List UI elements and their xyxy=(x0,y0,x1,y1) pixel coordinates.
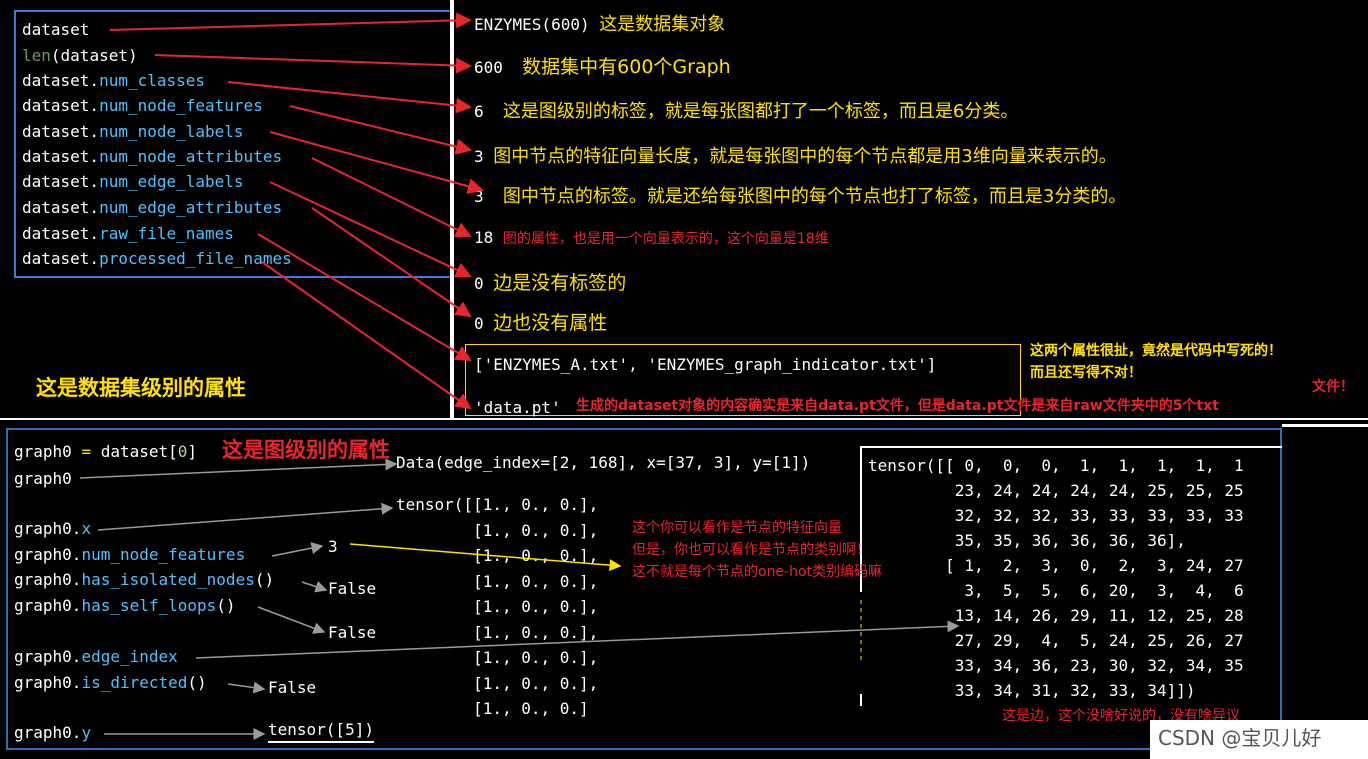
arrow-graph0-x xyxy=(97,502,394,531)
arrow-num-node-features-g xyxy=(271,542,324,557)
arrow-dataset xyxy=(109,12,472,31)
arrow-raw-file-names xyxy=(257,233,472,362)
arrow-processed-file-names xyxy=(261,261,472,410)
arrow-feature-note xyxy=(349,543,622,572)
arrow-num-classes xyxy=(227,81,472,114)
arrow-self-loops xyxy=(257,606,326,634)
arrow-directed xyxy=(227,681,266,694)
annotation-arrows xyxy=(79,12,960,740)
arrow-edge-index xyxy=(195,620,960,659)
arrow-isolated xyxy=(301,580,328,593)
arrow-graph0 xyxy=(79,458,398,479)
watermark: CSDN @宝贝儿好 xyxy=(1158,726,1322,750)
arrow-num-edge-labels xyxy=(269,181,472,278)
arrow-len xyxy=(154,54,472,74)
arrow-num-node-features xyxy=(289,105,472,155)
arrow-num-node-labels xyxy=(269,131,484,195)
